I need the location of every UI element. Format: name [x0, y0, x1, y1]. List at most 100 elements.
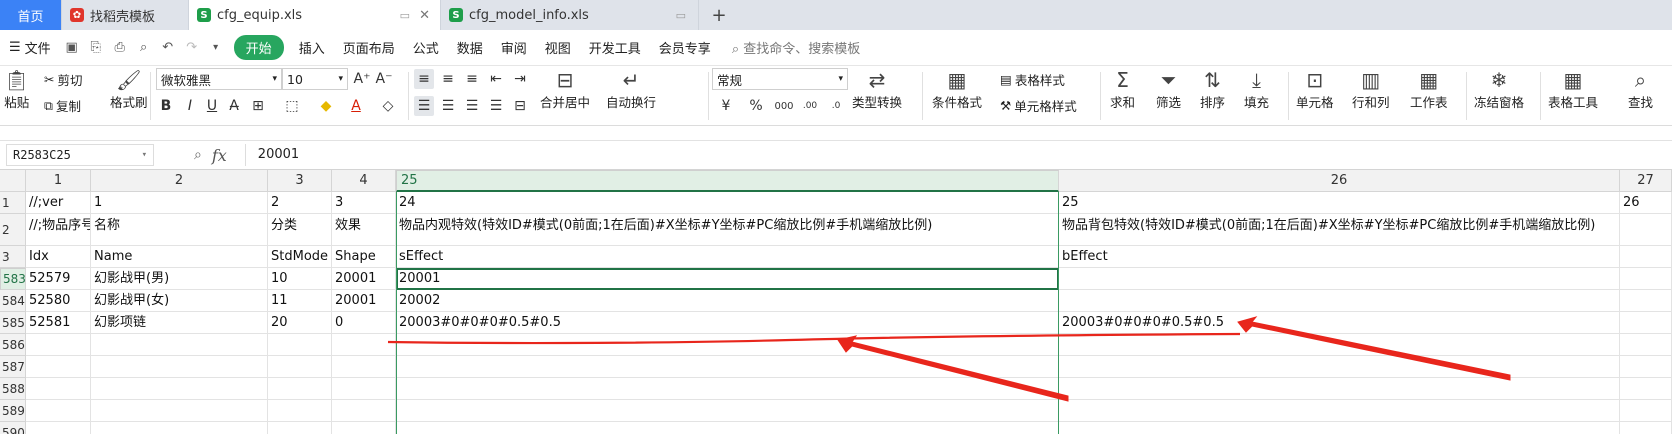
table-cell[interactable] — [26, 422, 91, 434]
table-cell[interactable] — [268, 422, 332, 434]
table-cell[interactable] — [1059, 268, 1620, 290]
tab-insert[interactable]: 插入 — [290, 38, 334, 57]
thousands-icon[interactable]: 000 — [774, 96, 794, 116]
tab-data[interactable]: 数据 — [448, 38, 492, 57]
strikethrough-icon[interactable]: A̶ — [224, 96, 244, 116]
table-cell[interactable] — [26, 334, 91, 356]
table-cell[interactable]: 物品背包特效(特效ID#模式(0前面;1在后面)#X坐标#Y坐标#PC缩放比例#… — [1059, 214, 1620, 246]
table-cell[interactable]: Idx — [26, 246, 91, 268]
table-cell[interactable]: 20001 — [332, 268, 396, 290]
percent-icon[interactable]: % — [746, 96, 766, 116]
type-convert-button[interactable]: ⇄ 类型转换 — [852, 68, 902, 111]
tab-page-layout[interactable]: 页面布局 — [334, 38, 404, 57]
print-preview-icon[interactable]: ⌕ — [136, 40, 152, 56]
table-style-button[interactable]: ▤ 表格样式 — [1000, 70, 1065, 89]
row-header[interactable]: 3 — [0, 246, 26, 268]
justify-icon[interactable]: ☰ — [486, 96, 506, 116]
table-cell[interactable] — [396, 400, 1059, 422]
row-header[interactable]: 586 — [0, 334, 26, 356]
tab-formula[interactable]: 公式 — [404, 38, 448, 57]
table-cell[interactable] — [332, 356, 396, 378]
table-cell[interactable] — [1059, 290, 1620, 312]
table-cell[interactable]: 20003#0#0#0#0.5#0.5 — [1059, 312, 1620, 334]
table-cell[interactable] — [1059, 378, 1620, 400]
table-cell[interactable]: 11 — [268, 290, 332, 312]
fill-color-icon[interactable]: ◆ — [316, 96, 336, 116]
row-header[interactable]: 589 — [0, 400, 26, 422]
table-cell[interactable]: 25 — [1059, 192, 1620, 214]
table-cell[interactable]: 2 — [268, 192, 332, 214]
column-header[interactable]: 3 — [268, 170, 332, 192]
table-cell[interactable] — [91, 334, 268, 356]
table-cell[interactable]: StdMode — [268, 246, 332, 268]
redo-icon[interactable]: ↷ — [184, 40, 200, 56]
underline-icon[interactable]: U — [202, 96, 222, 116]
row-header[interactable]: 1 — [0, 192, 26, 214]
table-cell[interactable]: Shape — [332, 246, 396, 268]
table-cell[interactable] — [26, 378, 91, 400]
table-cell[interactable]: 分类 — [268, 214, 332, 246]
row-col-button[interactable]: ▥ 行和列 — [1352, 68, 1390, 111]
table-cell[interactable] — [1620, 334, 1672, 356]
table-cell[interactable] — [396, 422, 1059, 434]
table-cell[interactable] — [91, 400, 268, 422]
table-cell[interactable]: 52579 — [26, 268, 91, 290]
select-all-corner[interactable] — [0, 170, 26, 192]
row-header[interactable]: 584 — [0, 290, 26, 312]
table-cell[interactable]: 物品内观特效(特效ID#模式(0前面;1在后面)#X坐标#Y坐标#PC缩放比例#… — [396, 214, 1059, 246]
bold-icon[interactable]: B — [156, 96, 176, 116]
table-cell[interactable] — [1059, 400, 1620, 422]
table-cell[interactable] — [396, 356, 1059, 378]
row-header[interactable]: 587 — [0, 356, 26, 378]
function-icon[interactable]: fx — [212, 146, 227, 165]
table-cell[interactable]: 26 — [1620, 192, 1672, 214]
column-header[interactable]: 27 — [1620, 170, 1672, 192]
row-header[interactable]: 2 — [0, 214, 26, 246]
table-cell[interactable]: 名称 — [91, 214, 268, 246]
table-cell[interactable]: sEffect — [396, 246, 1059, 268]
sheet-button[interactable]: ▦ 工作表 — [1410, 68, 1448, 111]
close-icon[interactable]: ✕ — [419, 8, 430, 23]
merge-center-button[interactable]: ⊟ 合并居中 — [540, 68, 590, 111]
table-cell[interactable] — [91, 378, 268, 400]
tab-template[interactable]: ✿ 找稻壳模板 — [62, 0, 189, 30]
table-cell[interactable] — [26, 356, 91, 378]
table-cell[interactable]: 幻影战甲(男) — [91, 268, 268, 290]
monitor-icon[interactable]: ▭ — [400, 9, 410, 22]
distribute-icon[interactable]: ⊟ — [510, 96, 530, 116]
table-cell[interactable] — [26, 400, 91, 422]
table-cell[interactable]: 1 — [91, 192, 268, 214]
decrease-font-icon[interactable]: A⁻ — [374, 69, 394, 89]
row-header[interactable]: 583 — [0, 268, 26, 290]
export-icon[interactable]: ⎘ — [88, 40, 104, 56]
filter-button[interactable]: ⏷ 筛选 — [1156, 68, 1181, 111]
table-cell[interactable] — [1059, 334, 1620, 356]
align-right-icon[interactable]: ☰ — [462, 96, 482, 116]
decrease-decimal-icon[interactable]: .0 — [826, 96, 846, 116]
table-cell[interactable]: 20001 — [332, 290, 396, 312]
table-cell[interactable]: 52581 — [26, 312, 91, 334]
font-select[interactable]: 微软雅黑 ▾ — [156, 68, 282, 90]
table-cell[interactable] — [1620, 378, 1672, 400]
table-cell[interactable] — [268, 334, 332, 356]
column-header[interactable]: 25 — [396, 170, 1059, 192]
command-search[interactable]: ⌕ 查找命令、搜索模板 — [732, 38, 860, 57]
tab-home[interactable]: 首页 — [0, 0, 62, 30]
table-cell[interactable] — [91, 356, 268, 378]
fill-button[interactable]: ⤓ 填充 — [1244, 68, 1269, 111]
table-cell[interactable]: 52580 — [26, 290, 91, 312]
zoom-icon[interactable]: ⌕ — [194, 147, 202, 163]
copy-button[interactable]: ⧉ 复制 — [44, 96, 81, 115]
increase-decimal-icon[interactable]: .00 — [800, 96, 820, 116]
new-tab-button[interactable]: + — [699, 0, 739, 30]
tab-start[interactable]: 开始 — [233, 35, 284, 60]
name-box[interactable]: R2583C25 ▾ — [6, 144, 154, 166]
align-top-icon[interactable]: ≡ — [414, 69, 434, 89]
table-cell[interactable] — [332, 422, 396, 434]
cut-button[interactable]: ✂ 剪切 — [44, 70, 83, 89]
print-icon[interactable]: ⎙ — [112, 40, 128, 56]
tab-developer[interactable]: 开发工具 — [580, 38, 650, 57]
erase-format-icon[interactable]: ⬚ — [282, 96, 302, 116]
table-cell[interactable]: 幻影战甲(女) — [91, 290, 268, 312]
formula-input[interactable]: 20001 — [244, 144, 1665, 166]
